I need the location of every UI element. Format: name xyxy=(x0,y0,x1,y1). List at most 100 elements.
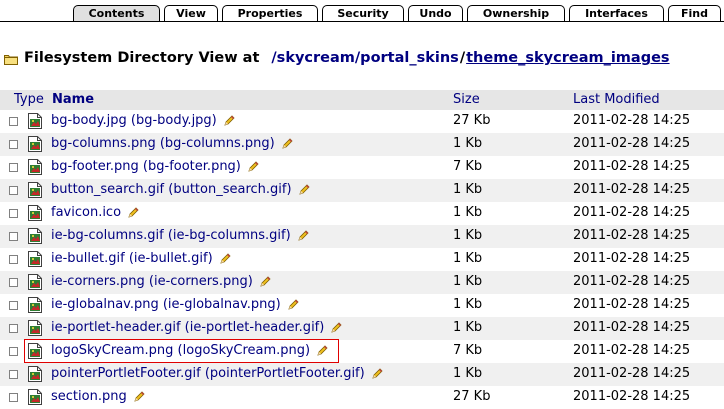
file-name-link[interactable]: ie-portlet-header.gif (ie-portlet-header… xyxy=(51,320,342,335)
image-file-icon xyxy=(28,274,42,290)
breadcrumb-skycream[interactable]: /skycream xyxy=(271,50,355,66)
pencil-icon[interactable] xyxy=(330,322,342,334)
file-name: ie-bullet.gif (ie-bullet.gif) xyxy=(51,251,213,266)
file-size: 1 Kb xyxy=(453,228,483,243)
page-title: Filesystem Directory View at /skycream /… xyxy=(4,48,670,68)
file-name: bg-columns.png (bg-columns.png) xyxy=(51,136,275,151)
pencil-icon[interactable] xyxy=(219,253,231,265)
row-checkbox[interactable] xyxy=(9,347,18,356)
tab-security[interactable]: Security xyxy=(322,5,404,21)
file-name: section.png xyxy=(51,389,127,404)
table-row: ie-bullet.gif (ie-bullet.gif) 1 Kb 2011-02… xyxy=(0,248,724,271)
file-size: 27 Kb xyxy=(453,389,491,404)
pencil-icon[interactable] xyxy=(371,368,383,380)
tab-interfaces[interactable]: Interfaces xyxy=(569,5,664,21)
table-row: ie-bg-columns.gif (ie-bg-columns.gif) 1 K… xyxy=(0,225,724,248)
pencil-icon[interactable] xyxy=(259,276,271,288)
file-name-link[interactable]: favicon.ico xyxy=(51,205,139,220)
tab-bar: Contents View Properties Security Undo O… xyxy=(0,0,724,22)
file-name: ie-corners.png (ie-corners.png) xyxy=(51,274,253,289)
breadcrumb-separator: / xyxy=(459,50,466,66)
row-checkbox[interactable] xyxy=(9,301,18,310)
tab-baseline xyxy=(0,21,724,22)
file-name-link[interactable]: section.png xyxy=(51,389,145,404)
pencil-icon[interactable] xyxy=(281,138,293,150)
file-size: 1 Kb xyxy=(453,136,483,151)
file-name: button_search.gif (button_search.gif) xyxy=(51,182,292,197)
row-checkbox[interactable] xyxy=(9,324,18,333)
file-name: bg-body.jpg (bg-body.jpg) xyxy=(51,113,217,128)
file-name-link[interactable]: ie-bullet.gif (ie-bullet.gif) xyxy=(51,251,231,266)
pencil-icon[interactable] xyxy=(247,161,259,173)
breadcrumb-portal-skins[interactable]: /portal_skins xyxy=(355,50,459,66)
file-name-link[interactable]: ie-bg-columns.gif (ie-bg-columns.gif) xyxy=(51,228,309,243)
file-last-modified: 2011-02-28 14:25 xyxy=(573,182,691,197)
title-prefix: Filesystem Directory View at xyxy=(24,50,260,66)
row-checkbox[interactable] xyxy=(9,232,18,241)
file-name: ie-bg-columns.gif (ie-bg-columns.gif) xyxy=(51,228,291,243)
image-file-icon xyxy=(28,159,42,175)
folder-icon xyxy=(4,53,18,65)
file-name-link[interactable]: bg-footer.png (bg-footer.png) xyxy=(51,159,259,174)
image-file-icon xyxy=(28,205,42,221)
file-size: 1 Kb xyxy=(453,251,483,266)
pencil-icon[interactable] xyxy=(223,115,235,127)
file-last-modified: 2011-02-28 14:25 xyxy=(573,274,691,289)
image-file-icon xyxy=(28,297,42,313)
table-row: section.png 27 Kb 2011-02-28 14:25 xyxy=(0,386,724,409)
table-row: bg-columns.png (bg-columns.png) 1 Kb 2011-… xyxy=(0,133,724,156)
row-checkbox[interactable] xyxy=(9,117,18,126)
pencil-icon[interactable] xyxy=(287,299,299,311)
pencil-icon[interactable] xyxy=(316,345,328,357)
table-row: bg-footer.png (bg-footer.png) 7 Kb 2011-02… xyxy=(0,156,724,179)
row-checkbox[interactable] xyxy=(9,186,18,195)
file-name-link[interactable]: button_search.gif (button_search.gif) xyxy=(51,182,310,197)
column-header-name[interactable]: Name xyxy=(52,92,94,107)
pencil-icon[interactable] xyxy=(127,207,139,219)
file-size: 1 Kb xyxy=(453,182,483,197)
file-name-link[interactable]: pointerPortletFooter.gif (pointerPortlet… xyxy=(51,366,383,381)
breadcrumb-theme-skycream-images[interactable]: theme_skycream_images xyxy=(466,50,669,66)
table-row: pointerPortletFooter.gif (pointerPortlet… xyxy=(0,363,724,386)
image-file-icon xyxy=(28,389,42,405)
tab-view[interactable]: View xyxy=(164,5,218,21)
file-name-link[interactable]: bg-columns.png (bg-columns.png) xyxy=(51,136,293,151)
image-file-icon xyxy=(28,366,42,382)
tab-ownership[interactable]: Ownership xyxy=(467,5,565,21)
tab-find[interactable]: Find xyxy=(668,5,721,21)
tab-contents[interactable]: Contents xyxy=(73,5,160,21)
tab-properties[interactable]: Properties xyxy=(222,5,318,21)
file-name: ie-portlet-header.gif (ie-portlet-header… xyxy=(51,320,325,335)
file-size: 7 Kb xyxy=(453,343,483,358)
row-checkbox[interactable] xyxy=(9,140,18,149)
file-name: favicon.ico xyxy=(51,205,122,220)
tab-undo[interactable]: Undo xyxy=(408,5,463,21)
column-header-size[interactable]: Size xyxy=(453,92,480,107)
table-header: Type Name Size Last Modified xyxy=(0,90,724,110)
row-checkbox[interactable] xyxy=(9,278,18,287)
file-name-link[interactable]: ie-globalnav.png (ie-globalnav.png) xyxy=(51,297,299,312)
pencil-icon[interactable] xyxy=(133,391,145,403)
file-last-modified: 2011-02-28 14:25 xyxy=(573,136,691,151)
file-last-modified: 2011-02-28 14:25 xyxy=(573,297,691,312)
file-name-link[interactable]: bg-body.jpg (bg-body.jpg) xyxy=(51,113,235,128)
table-row: button_search.gif (button_search.gif) 1 K… xyxy=(0,179,724,202)
file-last-modified: 2011-02-28 14:25 xyxy=(573,366,691,381)
column-header-type[interactable]: Type xyxy=(14,92,44,107)
table-row: ie-corners.png (ie-corners.png) 1 Kb 2011-… xyxy=(0,271,724,294)
pencil-icon[interactable] xyxy=(297,230,309,242)
file-name-link[interactable]: logoSkyCream.png (logoSkyCream.png) xyxy=(51,343,328,358)
pencil-icon[interactable] xyxy=(298,184,310,196)
row-checkbox[interactable] xyxy=(9,209,18,218)
column-header-last-modified[interactable]: Last Modified xyxy=(573,92,660,107)
image-file-icon xyxy=(28,182,42,198)
table-row: ie-portlet-header.gif (ie-portlet-header… xyxy=(0,317,724,340)
image-file-icon xyxy=(28,320,42,336)
file-name-link[interactable]: ie-corners.png (ie-corners.png) xyxy=(51,274,271,289)
file-last-modified: 2011-02-28 14:25 xyxy=(573,159,691,174)
row-checkbox[interactable] xyxy=(9,163,18,172)
row-checkbox[interactable] xyxy=(9,393,18,402)
row-checkbox[interactable] xyxy=(9,370,18,379)
row-checkbox[interactable] xyxy=(9,255,18,264)
table-body: bg-body.jpg (bg-body.jpg) 27 Kb 2011-02-28… xyxy=(0,110,724,409)
